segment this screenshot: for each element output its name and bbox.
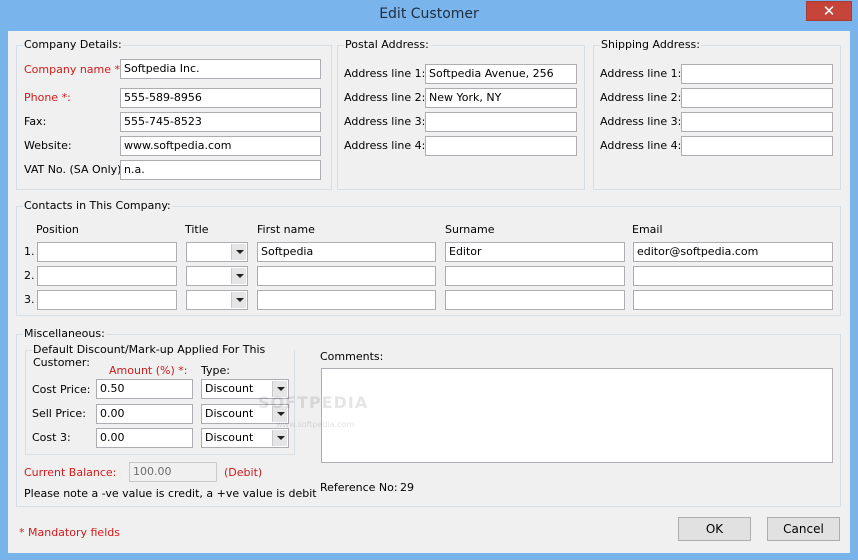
cost-price-label: Cost Price: bbox=[32, 383, 91, 396]
cancel-button[interactable]: Cancel bbox=[767, 517, 840, 541]
postal-line-4-label: Address line 4: bbox=[344, 139, 426, 152]
contact-2-email-input[interactable] bbox=[633, 266, 833, 286]
postal-line-4-input[interactable] bbox=[425, 136, 577, 156]
header-first-name: First name bbox=[257, 223, 315, 236]
sell-price-label: Sell Price: bbox=[32, 407, 86, 420]
comments-label: Comments: bbox=[320, 350, 384, 363]
header-surname: Surname bbox=[445, 223, 495, 236]
discount-group: Default Discount/Mark-up Applied For Thi… bbox=[25, 343, 295, 455]
shipping-address-group: Shipping Address: Address line 1: Addres… bbox=[593, 38, 841, 190]
phone-input[interactable]: 555-589-8956 bbox=[120, 88, 321, 108]
company-details-legend: Company Details: bbox=[23, 38, 123, 51]
sell-price-amount-input[interactable]: 0.00 bbox=[96, 404, 193, 424]
miscellaneous-group: Miscellaneous: Default Discount/Mark-up … bbox=[16, 327, 841, 507]
shipping-line-1-input[interactable] bbox=[681, 64, 833, 84]
vat-label: VAT No. (SA Only): bbox=[24, 163, 126, 176]
cost-price-amount-input[interactable]: 0.50 bbox=[96, 379, 193, 399]
cost-price-type-value: Discount bbox=[205, 382, 254, 395]
comments-textarea[interactable] bbox=[321, 368, 833, 463]
softpedia-watermark-url: www.softpedia.com bbox=[276, 420, 355, 429]
contact-3-email-input[interactable] bbox=[633, 290, 833, 310]
close-icon: ✕ bbox=[822, 2, 836, 20]
shipping-line-3-input[interactable] bbox=[681, 112, 833, 132]
cost-3-type-value: Discount bbox=[205, 431, 254, 444]
postal-line-2-label: Address line 2: bbox=[344, 91, 426, 104]
title-bar[interactable]: Edit Customer ✕ bbox=[0, 0, 858, 31]
balance-direction: (Debit) bbox=[224, 466, 263, 479]
reference-label: Reference No: bbox=[320, 481, 398, 494]
contact-2-title-select[interactable] bbox=[186, 266, 248, 286]
amount-header: Amount (%) *: bbox=[109, 364, 188, 377]
contact-row-3-number: 3. bbox=[24, 293, 35, 306]
cost-3-label: Cost 3: bbox=[32, 431, 71, 444]
shipping-line-2-label: Address line 2: bbox=[600, 91, 682, 104]
contact-2-position-input[interactable] bbox=[37, 266, 177, 286]
contact-1-email-input[interactable]: editor@softpedia.com bbox=[633, 242, 833, 262]
contact-row-2-number: 2. bbox=[24, 269, 35, 282]
postal-address-legend: Postal Address: bbox=[344, 38, 430, 51]
type-header: Type: bbox=[201, 364, 230, 377]
ok-button[interactable]: OK bbox=[678, 517, 751, 541]
shipping-line-2-input[interactable] bbox=[681, 88, 833, 108]
cost-3-type-select[interactable]: Discount bbox=[201, 428, 289, 448]
dialog-body: Company Details: Company name *: Softped… bbox=[8, 31, 850, 553]
current-balance-label: Current Balance: bbox=[24, 466, 117, 479]
contact-3-position-input[interactable] bbox=[37, 290, 177, 310]
miscellaneous-legend: Miscellaneous: bbox=[23, 327, 106, 340]
contact-row-1-number: 1. bbox=[24, 245, 35, 258]
header-position: Position bbox=[36, 223, 79, 236]
contact-1-first-name-input[interactable]: Softpedia bbox=[257, 242, 436, 262]
contact-3-first-name-input[interactable] bbox=[257, 290, 436, 310]
website-input[interactable]: www.softpedia.com bbox=[120, 136, 321, 156]
contacts-group: Contacts in This Company: Position Title… bbox=[16, 199, 841, 316]
chevron-down-icon[interactable] bbox=[231, 292, 246, 308]
current-balance-input: 100.00 bbox=[129, 462, 217, 482]
company-details-group: Company Details: Company name *: Softped… bbox=[16, 38, 332, 190]
window-title: Edit Customer bbox=[379, 6, 479, 22]
fax-input[interactable]: 555-745-8523 bbox=[120, 112, 321, 132]
sell-price-type-value: Discount bbox=[205, 407, 254, 420]
vat-input[interactable]: n.a. bbox=[120, 160, 321, 180]
website-label: Website: bbox=[24, 139, 72, 152]
contact-1-surname-input[interactable]: Editor bbox=[445, 242, 625, 262]
contacts-legend: Contacts in This Company: bbox=[23, 199, 172, 212]
chevron-down-icon[interactable] bbox=[272, 430, 287, 446]
postal-line-3-input[interactable] bbox=[425, 112, 577, 132]
postal-line-3-label: Address line 3: bbox=[344, 115, 426, 128]
chevron-down-icon[interactable] bbox=[231, 244, 246, 260]
postal-line-2-input[interactable]: New York, NY bbox=[425, 88, 577, 108]
chevron-down-icon[interactable] bbox=[231, 268, 246, 284]
contact-3-title-select[interactable] bbox=[186, 290, 248, 310]
contact-2-first-name-input[interactable] bbox=[257, 266, 436, 286]
phone-label: Phone *: bbox=[24, 91, 71, 104]
cost-3-amount-input[interactable]: 0.00 bbox=[96, 428, 193, 448]
postal-address-group: Postal Address: Address line 1: Softpedi… bbox=[337, 38, 585, 190]
shipping-line-1-label: Address line 1: bbox=[600, 67, 682, 80]
company-name-label: Company name *: bbox=[24, 63, 124, 76]
header-email: Email bbox=[632, 223, 663, 236]
shipping-line-4-input[interactable] bbox=[681, 136, 833, 156]
reference-value: 29 bbox=[400, 481, 414, 494]
fax-label: Fax: bbox=[24, 115, 47, 128]
postal-line-1-input[interactable]: Softpedia Avenue, 256 bbox=[425, 64, 577, 84]
softpedia-watermark: SOFTPEDIA bbox=[258, 393, 369, 412]
contact-1-title-select[interactable] bbox=[186, 242, 248, 262]
header-title: Title bbox=[185, 223, 209, 236]
close-button[interactable]: ✕ bbox=[806, 1, 852, 21]
contact-2-surname-input[interactable] bbox=[445, 266, 625, 286]
contact-1-position-input[interactable] bbox=[37, 242, 177, 262]
shipping-line-4-label: Address line 4: bbox=[600, 139, 682, 152]
shipping-line-3-label: Address line 3: bbox=[600, 115, 682, 128]
edit-customer-window: Edit Customer ✕ Company Details: Company… bbox=[0, 0, 858, 560]
balance-note: Please note a -ve value is credit, a +ve… bbox=[24, 487, 317, 500]
company-name-input[interactable]: Softpedia Inc. bbox=[120, 59, 321, 79]
contact-3-surname-input[interactable] bbox=[445, 290, 625, 310]
shipping-address-legend: Shipping Address: bbox=[600, 38, 701, 51]
postal-line-1-label: Address line 1: bbox=[344, 67, 426, 80]
mandatory-note: * Mandatory fields bbox=[19, 526, 120, 539]
